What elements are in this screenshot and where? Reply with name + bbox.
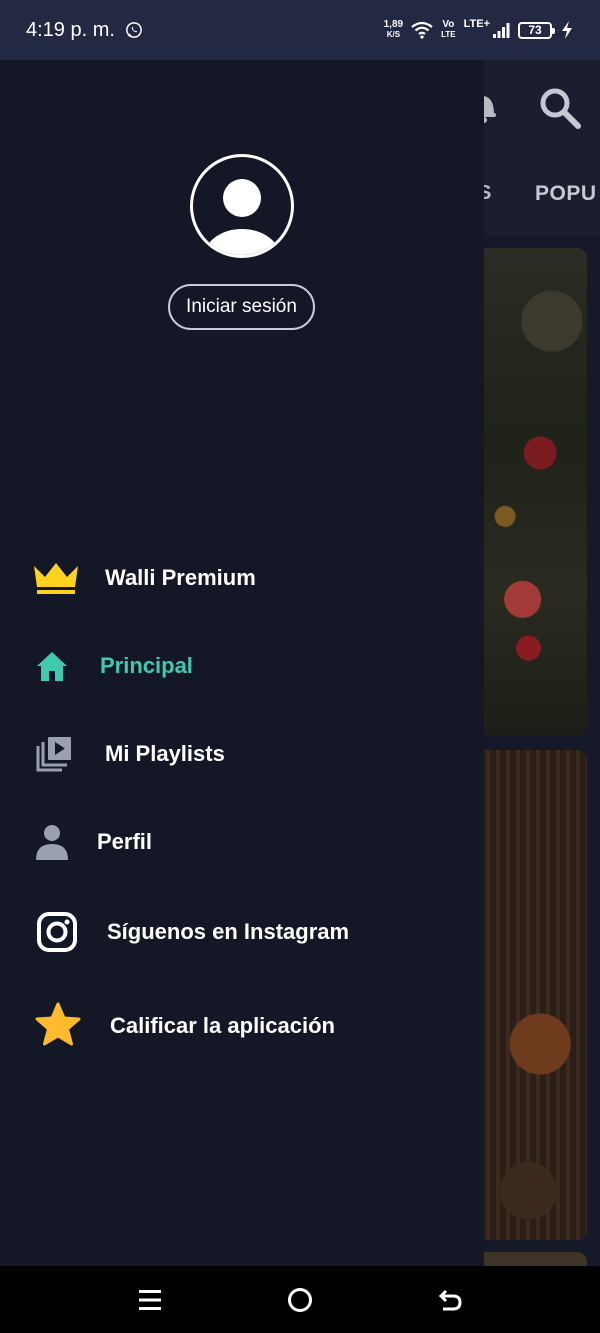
crown-icon: [34, 563, 78, 594]
avatar[interactable]: [190, 154, 294, 258]
status-icons: 1,89 K/S Vo LTE LTE+ 73: [384, 18, 574, 40]
menu-label: Mi Playlists: [105, 741, 225, 766]
instagram-icon: [37, 912, 77, 952]
menu-label: Síguenos en Instagram: [107, 919, 350, 944]
menu-item-playlists[interactable]: Mi Playlists: [0, 724, 484, 784]
whatsapp-icon: [126, 22, 142, 38]
wifi-icon: [411, 21, 433, 39]
menu-lines-icon: [139, 1290, 161, 1310]
net-speed-value: 1,89: [383, 19, 404, 30]
back-button[interactable]: [434, 1284, 466, 1316]
menu-label: Perfil: [97, 829, 153, 854]
search-icon[interactable]: [538, 86, 582, 130]
star-icon: [35, 1002, 81, 1046]
volte-indicator: Vo LTE: [441, 20, 456, 40]
volte-bottom: LTE: [441, 30, 456, 39]
person-icon: [36, 825, 68, 860]
menu-item-instagram[interactable]: Síguenos en Instagram: [0, 902, 484, 962]
volte-top: Vo: [442, 19, 455, 30]
menu-label: Principal: [100, 653, 193, 678]
menu-label: Walli Premium: [105, 565, 256, 590]
menu-item-premium[interactable]: Walli Premium: [0, 548, 484, 608]
back-arrow-icon: [438, 1289, 462, 1311]
signal-icon: [493, 23, 510, 38]
tab-popular[interactable]: POPU: [535, 182, 597, 206]
wallpaper-card[interactable]: [470, 248, 587, 736]
clock: 4:19 p. m.: [26, 18, 115, 41]
login-button[interactable]: Iniciar sesión: [168, 284, 315, 330]
home-icon: [37, 652, 67, 681]
battery-indicator: 73: [518, 21, 555, 39]
home-button[interactable]: [284, 1284, 316, 1316]
circle-icon: [288, 1288, 312, 1312]
lte-indicator: LTE+: [463, 18, 490, 30]
charging-icon: [562, 21, 572, 39]
playlist-icon: [36, 737, 71, 772]
menu-item-rate-app[interactable]: Calificar la aplicación: [0, 996, 484, 1056]
wallpaper-card[interactable]: [470, 750, 587, 1240]
navigation-drawer: Iniciar sesión Walli Premium Principal M…: [0, 60, 484, 1266]
status-bar: 4:19 p. m. 1,89 K/S Vo LTE LTE+ 73: [0, 0, 600, 60]
menu-label: Calificar la aplicación: [110, 1013, 335, 1038]
system-nav-bar: [0, 1266, 600, 1333]
default-user-icon: [204, 179, 280, 255]
net-speed-unit: K/S: [386, 30, 401, 39]
net-speed: 1,89 K/S: [384, 20, 403, 40]
menu-item-profile[interactable]: Perfil: [0, 812, 484, 872]
menu-item-home[interactable]: Principal: [0, 636, 484, 696]
recent-apps-button[interactable]: [134, 1284, 166, 1316]
